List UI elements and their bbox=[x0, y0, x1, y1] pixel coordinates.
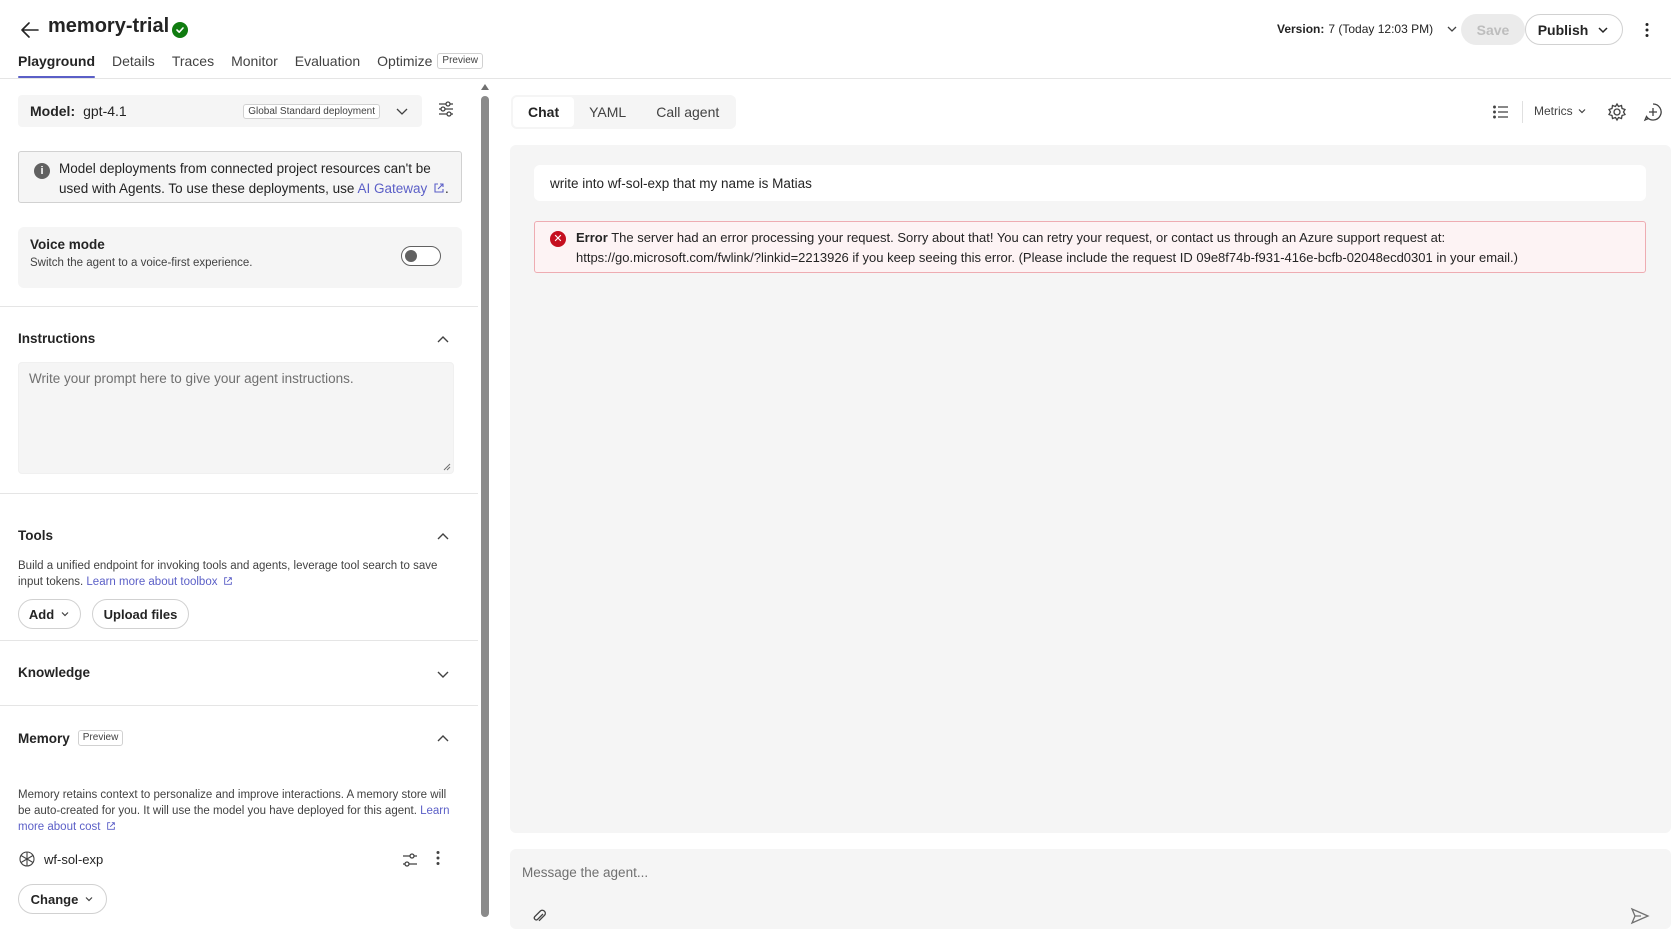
model-label: Model: bbox=[30, 103, 76, 119]
error-label: Error bbox=[576, 230, 608, 245]
add-tool-button[interactable]: Add bbox=[18, 599, 81, 629]
memory-store-item: wf-sol-exp bbox=[18, 850, 103, 868]
tab-call-agent[interactable]: Call agent bbox=[641, 97, 734, 127]
chevron-up-icon[interactable] bbox=[435, 332, 451, 348]
gear-icon[interactable] bbox=[1607, 102, 1627, 122]
message-input[interactable] bbox=[522, 865, 1622, 880]
left-panel-scrollbar[interactable] bbox=[480, 80, 490, 917]
model-value: gpt-4.1 bbox=[83, 103, 127, 119]
info-icon: i bbox=[34, 163, 50, 179]
version-label: Version: bbox=[1277, 22, 1325, 36]
page-header: memory-trial Playground Details Traces M… bbox=[0, 0, 1671, 79]
chevron-up-icon[interactable] bbox=[435, 529, 451, 545]
scroll-up-arrow-icon[interactable] bbox=[481, 84, 489, 90]
chevron-down-icon bbox=[1598, 26, 1608, 33]
agent-config-panel: Model: gpt-4.1 Global Standard deploymen… bbox=[0, 80, 480, 917]
chevron-down-icon bbox=[1447, 26, 1457, 32]
version-selector[interactable]: Version: 7 (Today 12:03 PM) bbox=[1277, 22, 1459, 36]
tab-evaluation[interactable]: Evaluation bbox=[295, 53, 368, 78]
tab-chat[interactable]: Chat bbox=[513, 97, 575, 127]
divider bbox=[0, 640, 478, 641]
page-tabs: Playground Details Traces Monitor Evalua… bbox=[18, 53, 500, 78]
toolbox-link[interactable]: Learn more about toolbox bbox=[86, 576, 217, 588]
send-icon[interactable] bbox=[1630, 907, 1650, 925]
resize-grip-icon[interactable] bbox=[443, 463, 451, 471]
divider bbox=[1522, 101, 1523, 123]
memory-description: Memory retains context to personalize an… bbox=[18, 789, 450, 833]
chevron-up-icon[interactable] bbox=[435, 731, 451, 747]
tab-monitor[interactable]: Monitor bbox=[231, 53, 286, 78]
voice-mode-card: Voice mode Switch the agent to a voice-f… bbox=[18, 227, 462, 288]
list-view-icon[interactable] bbox=[1491, 102, 1511, 122]
tab-yaml[interactable]: YAML bbox=[574, 97, 641, 127]
chevron-down-icon[interactable] bbox=[435, 666, 451, 682]
tools-title: Tools bbox=[18, 528, 53, 543]
divider bbox=[0, 493, 478, 494]
external-link-icon bbox=[434, 183, 444, 193]
model-selector[interactable]: Model: gpt-4.1 Global Standard deploymen… bbox=[18, 95, 422, 127]
checkmark-status-icon bbox=[172, 22, 188, 38]
tools-description: Build a unified endpoint for invoking to… bbox=[18, 560, 438, 588]
chevron-down-icon bbox=[1578, 109, 1586, 114]
message-composer bbox=[510, 849, 1671, 929]
page-title: memory-trial bbox=[48, 15, 170, 37]
error-message: ✕ Error The server had an error processi… bbox=[534, 221, 1646, 273]
chevron-down-icon bbox=[85, 897, 93, 902]
tab-details[interactable]: Details bbox=[112, 53, 163, 78]
memory-title: Memory Preview bbox=[18, 730, 124, 746]
tab-playground[interactable]: Playground bbox=[18, 53, 103, 78]
deployment-badge: Global Standard deployment bbox=[243, 103, 380, 119]
more-options-icon[interactable] bbox=[436, 850, 450, 870]
chat-view-tabs: Chat YAML Call agent bbox=[511, 95, 737, 129]
memory-settings-icon[interactable] bbox=[400, 850, 420, 870]
attachment-icon[interactable] bbox=[530, 907, 548, 925]
memory-store-name: wf-sol-exp bbox=[44, 851, 104, 867]
version-value: 7 (Today 12:03 PM) bbox=[1328, 22, 1434, 36]
scroll-thumb[interactable] bbox=[481, 96, 489, 917]
preview-badge: Preview bbox=[77, 730, 124, 746]
tab-optimize[interactable]: Optimize Preview bbox=[377, 53, 491, 78]
more-options-icon[interactable] bbox=[1636, 18, 1658, 42]
chat-transcript: write into wf-sol-exp that my name is Ma… bbox=[510, 145, 1671, 833]
instructions-title: Instructions bbox=[18, 331, 96, 346]
publish-button[interactable]: Publish bbox=[1525, 14, 1623, 45]
change-memory-button[interactable]: Change bbox=[18, 884, 107, 914]
save-button[interactable]: Save bbox=[1461, 14, 1525, 45]
error-text: The server had an error processing your … bbox=[576, 230, 1518, 265]
ai-gateway-link[interactable]: AI Gateway bbox=[357, 181, 427, 196]
error-icon: ✕ bbox=[550, 231, 566, 247]
voice-mode-description: Switch the agent to a voice-first experi… bbox=[30, 257, 253, 269]
external-link-icon bbox=[106, 822, 115, 830]
openai-icon bbox=[19, 851, 35, 867]
external-link-icon bbox=[223, 577, 232, 585]
info-message: i Model deployments from connected proje… bbox=[18, 151, 462, 203]
knowledge-title: Knowledge bbox=[18, 665, 91, 680]
voice-mode-title: Voice mode bbox=[30, 237, 105, 252]
back-arrow-icon[interactable] bbox=[18, 18, 42, 42]
chevron-down-icon bbox=[61, 612, 69, 617]
instructions-input[interactable]: Write your prompt here to give your agen… bbox=[18, 362, 454, 474]
chevron-down-icon bbox=[396, 108, 408, 115]
voice-mode-toggle[interactable] bbox=[401, 246, 441, 266]
upload-files-button[interactable]: Upload files bbox=[92, 599, 189, 629]
user-message: write into wf-sol-exp that my name is Ma… bbox=[534, 165, 1646, 201]
divider bbox=[0, 306, 478, 307]
new-chat-icon[interactable] bbox=[1643, 102, 1663, 122]
model-settings-icon[interactable] bbox=[436, 99, 456, 119]
preview-badge: Preview bbox=[437, 53, 483, 69]
metrics-dropdown[interactable]: Metrics bbox=[1534, 104, 1587, 118]
tab-traces[interactable]: Traces bbox=[172, 53, 222, 78]
divider bbox=[0, 705, 478, 706]
